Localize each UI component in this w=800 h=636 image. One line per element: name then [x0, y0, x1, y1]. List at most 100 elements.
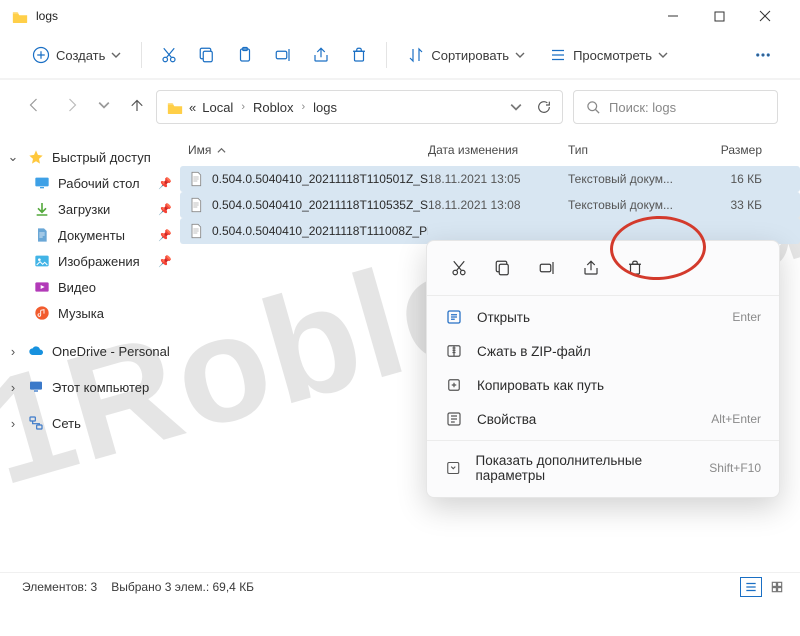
delete-button[interactable]	[342, 40, 376, 70]
status-item-count: Элементов: 3	[22, 580, 97, 594]
sidebar-label: Быстрый доступ	[52, 150, 151, 165]
ctx-cut-button[interactable]	[441, 251, 477, 285]
back-button[interactable]	[26, 96, 44, 119]
star-icon	[28, 149, 44, 165]
share-button[interactable]	[304, 40, 338, 70]
file-type: Текстовый докум...	[568, 172, 698, 186]
sidebar-label: Изображения	[58, 254, 140, 269]
close-button[interactable]	[742, 0, 788, 32]
sidebar-item-videos[interactable]: Видео	[0, 274, 180, 300]
sidebar-item-documents[interactable]: Документы 📌	[0, 222, 180, 248]
ctx-label: Показать дополнительные параметры	[475, 453, 695, 483]
address-bar[interactable]: « Local › Roblox › logs	[156, 90, 563, 124]
sidebar-label: OneDrive - Personal	[52, 344, 170, 359]
view-button[interactable]: Просмотреть	[539, 40, 678, 70]
ctx-share-button[interactable]	[573, 251, 609, 285]
window-title: logs	[36, 9, 650, 23]
details-view-button[interactable]	[740, 577, 762, 597]
new-button-label: Создать	[56, 48, 105, 63]
copy-path-icon	[445, 376, 463, 394]
sidebar-item-downloads[interactable]: Загрузки 📌	[0, 196, 180, 222]
download-icon	[34, 201, 50, 217]
more-button[interactable]	[746, 40, 780, 70]
sidebar-label: Документы	[58, 228, 125, 243]
ctx-rename-button[interactable]	[529, 251, 565, 285]
desktop-icon	[34, 175, 50, 191]
ctx-label: Открыть	[477, 310, 530, 325]
sidebar-label: Музыка	[58, 306, 104, 321]
minimize-button[interactable]	[650, 0, 696, 32]
music-icon	[34, 305, 50, 321]
cut-button[interactable]	[152, 40, 186, 70]
breadcrumb-item[interactable]: Roblox	[253, 100, 293, 115]
ctx-copy-button[interactable]	[485, 251, 521, 285]
sidebar-item-network[interactable]: › Сеть	[0, 410, 180, 436]
ctx-open[interactable]: Открыть Enter	[427, 300, 779, 334]
chevron-right-icon[interactable]: ›	[6, 380, 20, 395]
table-row[interactable]: 0.504.0.5040410_20211118T110501Z_Studi..…	[180, 166, 800, 192]
sidebar-item-onedrive[interactable]: › OneDrive - Personal	[0, 338, 180, 364]
chevron-right-icon: ›	[239, 101, 247, 113]
sidebar-item-this-pc[interactable]: › Этот компьютер	[0, 374, 180, 400]
search-placeholder: Поиск: logs	[609, 100, 676, 115]
chevron-down-icon[interactable]: ⌄	[6, 149, 20, 165]
file-name: 0.504.0.5040410_20211118T110501Z_Studi..…	[212, 172, 428, 186]
text-file-icon	[188, 171, 204, 187]
separator	[141, 42, 142, 68]
folder-icon	[167, 101, 183, 114]
forward-button[interactable]	[62, 96, 80, 119]
chevron-down-icon	[658, 50, 668, 60]
image-icon	[34, 253, 50, 269]
up-button[interactable]	[128, 96, 146, 119]
network-icon	[28, 415, 44, 431]
sidebar-label: Видео	[58, 280, 96, 295]
cloud-icon	[28, 343, 44, 359]
sidebar-item-desktop[interactable]: Рабочий стол 📌	[0, 170, 180, 196]
paste-button[interactable]	[228, 40, 262, 70]
sidebar-item-pictures[interactable]: Изображения 📌	[0, 248, 180, 274]
recent-chevron[interactable]	[98, 98, 110, 116]
status-bar: Элементов: 3 Выбрано 3 элем.: 69,4 КБ	[0, 572, 800, 600]
sort-button[interactable]: Сортировать	[397, 40, 535, 70]
file-type: Текстовый докум...	[568, 198, 698, 212]
search-input[interactable]: Поиск: logs	[573, 90, 778, 124]
table-row[interactable]: 0.504.0.5040410_20211118T110535Z_Studi..…	[180, 192, 800, 218]
breadcrumb-item[interactable]: logs	[313, 100, 337, 115]
chevron-down-icon[interactable]	[510, 101, 522, 113]
chevron-right-icon[interactable]: ›	[6, 344, 20, 359]
pin-icon: 📌	[158, 203, 172, 216]
copy-button[interactable]	[190, 40, 224, 70]
ctx-zip[interactable]: Сжать в ZIP-файл	[427, 334, 779, 368]
column-type[interactable]: Тип	[568, 143, 698, 157]
ctx-label: Копировать как путь	[477, 378, 604, 393]
menu-separator	[427, 440, 779, 441]
separator	[386, 42, 387, 68]
grid-view-button[interactable]	[766, 577, 788, 597]
sidebar-item-quick-access[interactable]: ⌄ Быстрый доступ	[0, 144, 180, 170]
column-date[interactable]: Дата изменения	[428, 143, 568, 157]
column-size[interactable]: Размер	[698, 143, 768, 157]
breadcrumb-prefix: «	[189, 100, 196, 115]
sidebar-item-music[interactable]: Музыка	[0, 300, 180, 326]
ctx-label: Свойства	[477, 412, 536, 427]
ctx-properties[interactable]: Свойства Alt+Enter	[427, 402, 779, 436]
chevron-right-icon[interactable]: ›	[6, 416, 20, 431]
ctx-delete-button[interactable]	[617, 251, 653, 285]
ctx-copy-path[interactable]: Копировать как путь	[427, 368, 779, 402]
breadcrumb-item[interactable]: Local	[202, 100, 233, 115]
column-name[interactable]: Имя	[188, 143, 428, 157]
context-menu: Открыть Enter Сжать в ZIP-файл Копироват…	[426, 240, 780, 498]
refresh-button[interactable]	[536, 99, 552, 115]
new-button[interactable]: Создать	[22, 40, 131, 70]
video-icon	[34, 279, 50, 295]
file-name: 0.504.0.5040410_20211118T111008Z_Pla...	[212, 224, 428, 238]
rename-button[interactable]	[266, 40, 300, 70]
navigation-pane: ⌄ Быстрый доступ Рабочий стол 📌 Загрузки…	[0, 134, 180, 600]
file-date: 18.11.2021 13:08	[428, 198, 568, 212]
maximize-button[interactable]	[696, 0, 742, 32]
file-size: 16 КБ	[698, 172, 768, 186]
sort-asc-icon	[217, 146, 226, 155]
titlebar: logs	[0, 0, 800, 32]
sidebar-label: Сеть	[52, 416, 81, 431]
ctx-show-more[interactable]: Показать дополнительные параметры Shift+…	[427, 445, 779, 491]
